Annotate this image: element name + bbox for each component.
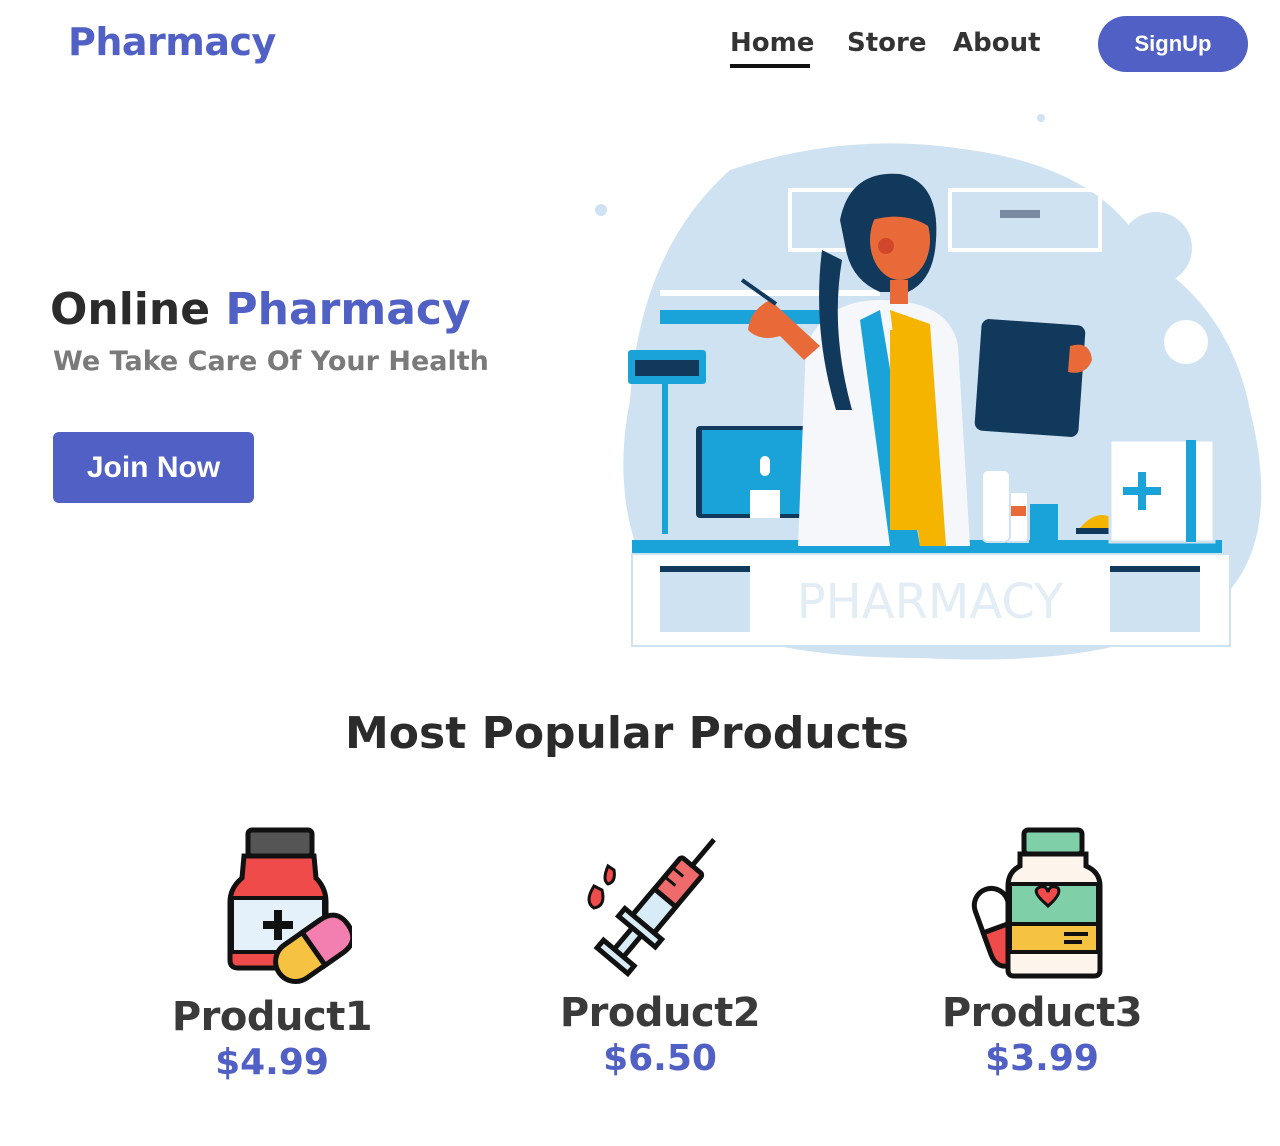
vitamin-bottle-icon — [971, 827, 1103, 979]
product-price: $4.99 — [215, 1042, 329, 1083]
product-card[interactable]: Product2 $6.50 — [510, 826, 810, 1079]
syringe-icon — [587, 838, 716, 978]
hero-title: Online Pharmacy — [50, 284, 471, 335]
product-name: Product1 — [171, 994, 373, 1040]
hero-subtitle: We Take Care Of Your Health — [53, 346, 489, 377]
product-name: Product2 — [559, 990, 761, 1036]
join-now-button[interactable]: Join Now — [53, 432, 254, 503]
signup-button[interactable]: SignUp — [1098, 16, 1248, 72]
nav-about[interactable]: About — [953, 28, 1041, 58]
pharmacist-illustration: PHARMACY — [595, 114, 1262, 660]
medicine-bottle-pill-icon — [227, 827, 352, 984]
product-name: Product3 — [941, 990, 1143, 1036]
hero-title-accent: Pharmacy — [225, 284, 471, 335]
section-title-popular: Most Popular Products — [345, 708, 909, 759]
product-card[interactable]: Product3 $3.99 — [892, 826, 1192, 1079]
counter-sign: PHARMACY — [797, 574, 1064, 630]
product-price: $3.99 — [985, 1038, 1099, 1079]
hero-title-plain: Online — [50, 284, 211, 335]
nav-store[interactable]: Store — [847, 28, 926, 58]
brand-logo[interactable]: Pharmacy — [68, 20, 276, 64]
product-card[interactable]: Product1 $4.99 — [122, 826, 422, 1083]
nav-home[interactable]: Home — [730, 28, 814, 68]
product-price: $6.50 — [603, 1038, 717, 1079]
